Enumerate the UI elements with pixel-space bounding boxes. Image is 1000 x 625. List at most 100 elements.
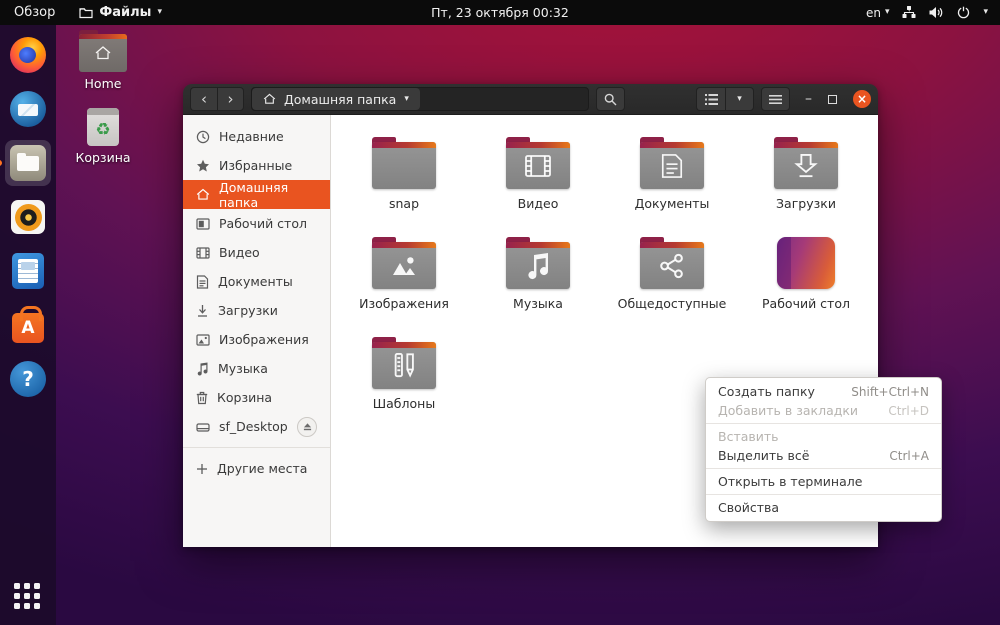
desktop-folder-icon [777,237,835,289]
menu-item-paste: Вставить [706,427,941,446]
sidebar-item-label: Изображения [219,332,309,347]
running-indicator-dot [0,160,2,166]
system-status-area[interactable]: en ▾ ▾ [866,6,1000,20]
sidebar-separator [183,447,330,448]
back-icon: ‹ [201,90,207,108]
window-menu-button[interactable] [761,87,790,111]
sidebar-item-label: sf_Desktop [219,419,288,434]
desktop-icon-home[interactable]: Home [75,30,131,91]
sidebar-item-home[interactable]: Домашняя папка [183,180,330,210]
close-button[interactable]: × [853,90,871,108]
sidebar-item-label: Документы [218,274,293,289]
download-icon [198,304,207,317]
volume-icon [929,6,944,19]
show-applications-button[interactable] [14,583,42,611]
dock-item-thunderbird[interactable] [5,86,51,132]
sidebar-item-desktop[interactable]: Рабочий стол [183,209,330,238]
plus-icon [197,463,207,474]
menu-item-label: Вставить [718,429,779,444]
dock-item-files[interactable] [0,140,51,186]
menu-item-label: Создать папку [718,384,815,399]
menu-item-shortcut: Ctrl+A [889,448,929,463]
app-menu-button[interactable]: Файлы ▾ [69,0,172,25]
app-menu-label: Файлы [99,5,152,20]
film-glyph-icon [525,155,551,178]
software-a-glyph: A [21,318,35,338]
download-glyph-icon [794,154,818,178]
folder-documents[interactable]: Документы [605,137,739,237]
menu-item-add-bookmark: Добавить в закладки Ctrl+D [706,401,941,420]
question-glyph: ? [22,367,34,391]
path-bar[interactable]: Домашняя папка ▾ [251,87,589,111]
sidebar-item-starred[interactable]: Избранные [183,151,330,180]
sidebar-item-label: Видео [219,245,260,260]
sidebar-item-videos[interactable]: Видео [183,238,330,267]
folder-videos[interactable]: Видео [471,137,605,237]
dock-item-ubuntu-software[interactable]: A [5,302,51,348]
list-view-icon [704,93,718,105]
sidebar-item-label: Недавние [219,129,284,144]
menu-separator [706,423,941,424]
maximize-button[interactable] [828,94,837,104]
folder-desktop[interactable]: Рабочий стол [739,237,873,337]
trash-can-icon: ♻ [87,108,119,146]
eject-button[interactable] [297,416,317,437]
keyboard-layout-indicator[interactable]: en ▾ [866,6,890,20]
menu-item-create-folder[interactable]: Создать папку Shift+Ctrl+N [706,382,941,401]
eject-icon [303,423,311,431]
folder-public[interactable]: Общедоступные [605,237,739,337]
sidebar-item-sf-desktop[interactable]: sf_Desktop [183,412,330,441]
menu-item-label: Добавить в закладки [718,403,859,418]
folder-snap[interactable]: snap [337,137,471,237]
dock: A ? [0,25,56,625]
minimize-button[interactable]: – [805,92,812,106]
activities-button[interactable]: Обзор [0,0,69,25]
context-menu: Создать папку Shift+Ctrl+N Добавить в за… [705,377,942,522]
picture-icon [196,333,210,346]
folder-downloads[interactable]: Загрузки [739,137,873,237]
sidebar-item-other-places[interactable]: Другие места [183,454,330,483]
view-options-button[interactable]: ▾ [725,87,754,111]
dock-item-libreoffice-writer[interactable] [5,248,51,294]
current-location-button[interactable]: Домашняя папка ▾ [252,88,420,110]
sidebar-item-recent[interactable]: Недавние [183,122,330,151]
files-icon [10,145,46,181]
music-glyph-icon [528,253,549,280]
rhythmbox-icon [11,200,45,234]
sidebar-item-music[interactable]: Музыка [183,354,330,383]
thunderbird-icon [10,91,46,127]
navigation-buttons: ‹ › [190,87,244,111]
help-icon: ? [10,361,46,397]
top-bar: Обзор Файлы ▾ Пт, 23 октября 00:32 en ▾ [0,0,1000,25]
dock-item-rhythmbox[interactable] [5,194,51,240]
share-glyph-icon [660,253,683,279]
search-button[interactable] [596,87,625,111]
picture-glyph-icon [393,257,415,276]
sidebar-item-documents[interactable]: Документы [183,267,330,296]
desktop-icon-label: Корзина [75,150,131,165]
back-button[interactable]: ‹ [190,87,217,111]
files-app-icon [79,7,93,19]
menu-item-properties[interactable]: Свойства [706,498,941,517]
desktop-icon-trash[interactable]: ♻ Корзина [75,108,131,165]
dock-item-firefox[interactable] [5,32,51,78]
folder-templates[interactable]: Шаблоны [337,337,471,437]
recycle-glyph-icon: ♻ [95,119,111,140]
chevron-down-icon: ▾ [157,7,162,17]
dock-item-help[interactable]: ? [5,356,51,402]
menu-item-select-all[interactable]: Выделить всё Ctrl+A [706,446,941,465]
menu-item-open-terminal[interactable]: Открыть в терминале [706,472,941,491]
list-view-button[interactable] [696,87,725,111]
sidebar-item-trash[interactable]: Корзина [183,383,330,412]
sidebar-item-label: Загрузки [218,303,278,318]
folder-music[interactable]: Музыка [471,237,605,337]
drive-icon [196,422,210,432]
forward-button[interactable]: › [217,87,244,111]
sidebar-item-pictures[interactable]: Изображения [183,325,330,354]
firefox-icon [10,37,46,73]
sidebar-item-downloads[interactable]: Загрузки [183,296,330,325]
close-icon: × [856,92,868,106]
folder-pictures[interactable]: Изображения [337,237,471,337]
trash-icon [196,391,208,404]
hamburger-menu-icon [769,94,782,104]
